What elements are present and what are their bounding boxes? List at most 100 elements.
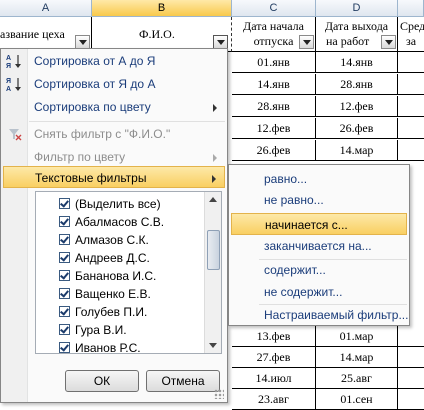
filter-dropdown-c[interactable] bbox=[299, 35, 314, 49]
sort-za-label: Сортировка от Я до А bbox=[34, 77, 156, 91]
menu-separator bbox=[29, 121, 225, 122]
ends-with-label: заканчивается на... bbox=[264, 239, 372, 253]
column-header-a[interactable]: A bbox=[0, 0, 92, 17]
sort-az-label: Сортировка от А до Я bbox=[34, 54, 156, 68]
header-fio-label: Ф.И.О. bbox=[139, 27, 175, 41]
menu-item-sort-az[interactable]: А Я Сортировка от А до Я bbox=[1, 50, 227, 72]
checklist-scrollbar[interactable] bbox=[204, 192, 221, 353]
sort-descending-icon: Я А bbox=[6, 78, 21, 92]
return-date-cell[interactable]: 14.мар bbox=[316, 140, 398, 161]
filter-dropdown-a[interactable] bbox=[75, 35, 90, 49]
filter-dropdown-b[interactable] bbox=[213, 35, 228, 49]
begins-with-label: начинается с... bbox=[265, 218, 348, 232]
column-header-e[interactable] bbox=[398, 0, 424, 17]
menu-item-text-filters[interactable]: Текстовые фильтры bbox=[3, 166, 225, 188]
header-start-label-1: Дата начала bbox=[243, 19, 304, 33]
return-date-cell[interactable]: 14.янв bbox=[316, 52, 398, 73]
submenu-arrow-icon bbox=[212, 175, 216, 183]
scroll-thumb[interactable] bbox=[207, 230, 220, 270]
header-cell-fio[interactable]: Ф.И.О. bbox=[92, 17, 232, 52]
start-date-cell[interactable]: 13.фев bbox=[232, 326, 316, 347]
checkbox-checked-icon[interactable] bbox=[59, 216, 70, 227]
scroll-down-icon[interactable] bbox=[209, 343, 217, 348]
start-date-cell[interactable]: 12.фев bbox=[232, 118, 316, 139]
submenu-item-contains[interactable]: содержит... bbox=[229, 259, 409, 281]
list-item-label: Ващенко Е.В. bbox=[75, 287, 151, 301]
cancel-button[interactable]: Отмена bbox=[146, 370, 220, 392]
menu-item-sort-by-color[interactable]: Сортировка по цвету bbox=[1, 96, 227, 118]
menu-item-sort-za[interactable]: Я А Сортировка от Я до А bbox=[1, 73, 227, 95]
text-filters-submenu: равно... не равно... начинается с... зак… bbox=[228, 164, 410, 326]
clear-filter-label: Снять фильтр с "Ф.И.О." bbox=[34, 127, 171, 141]
start-date-cell[interactable]: 28.янв bbox=[232, 96, 316, 117]
submenu-item-equals[interactable]: равно... bbox=[229, 168, 409, 190]
menu-item-filter-by-color: Фильтр по цвету bbox=[1, 146, 227, 168]
return-date-cell[interactable]: 14.мар bbox=[316, 347, 398, 368]
return-date-cell[interactable]: 01.сен bbox=[316, 389, 398, 410]
submenu-item-not-equals[interactable]: не равно... bbox=[229, 189, 409, 211]
submenu-item-not-contains[interactable]: не содержит... bbox=[229, 281, 409, 303]
header-return-label-1: Дата выхода bbox=[324, 19, 389, 33]
autofilter-menu: А Я Сортировка от А до Я Я А Сортировка … bbox=[0, 48, 228, 403]
list-item-label: Голубев П.И. bbox=[75, 305, 148, 319]
return-date-cell[interactable]: 28.янв bbox=[316, 74, 398, 95]
column-e-cell[interactable] bbox=[398, 347, 424, 368]
checkbox-checked-icon[interactable] bbox=[59, 234, 70, 245]
menu-item-clear-filter: Снять фильтр с "Ф.И.О." bbox=[1, 123, 227, 145]
not-contains-label: не содержит... bbox=[264, 285, 343, 299]
checkbox-checked-icon[interactable] bbox=[59, 288, 70, 299]
column-e-cell[interactable] bbox=[398, 389, 424, 410]
header-e-label-1: Сред bbox=[400, 19, 424, 33]
start-date-cell[interactable]: 14.янв bbox=[232, 74, 316, 95]
value-checklist[interactable]: (Выделить все) Абалмасов С.В. Алмазов С.К.… bbox=[35, 191, 222, 354]
list-item-label: Иванов Р.С. bbox=[75, 341, 141, 354]
checkbox-checked-icon[interactable] bbox=[59, 324, 70, 335]
start-date-cell[interactable]: 01.янв bbox=[232, 52, 316, 73]
filter-dropdown-d[interactable] bbox=[381, 35, 396, 49]
ok-button[interactable]: ОК bbox=[65, 370, 139, 392]
scroll-up-icon[interactable] bbox=[209, 197, 217, 202]
list-item-label: Андреев Д.С. bbox=[75, 251, 150, 265]
column-header-c[interactable]: C bbox=[232, 0, 316, 17]
list-item-label: Бананова И.С. bbox=[75, 269, 157, 283]
checkbox-checked-icon[interactable] bbox=[59, 198, 70, 209]
clear-filter-icon bbox=[9, 129, 22, 141]
not-equals-label: не равно... bbox=[264, 193, 324, 207]
submenu-arrow-icon bbox=[213, 104, 217, 112]
checkbox-checked-icon[interactable] bbox=[59, 342, 70, 353]
checkbox-checked-icon[interactable] bbox=[59, 270, 70, 281]
start-date-cell[interactable]: 14.июл bbox=[232, 368, 316, 389]
return-date-cell[interactable]: 12.фев bbox=[316, 96, 398, 117]
submenu-item-ends-with[interactable]: заканчивается на... bbox=[229, 235, 409, 257]
resize-grip-icon[interactable] bbox=[214, 389, 224, 399]
checkbox-checked-icon[interactable] bbox=[59, 306, 70, 317]
header-e-label-2: за bbox=[406, 34, 417, 48]
column-e-cell[interactable] bbox=[398, 140, 424, 161]
column-e-cell[interactable] bbox=[398, 118, 424, 139]
submenu-item-custom-filter[interactable]: Настраиваемый фильтр... bbox=[229, 304, 409, 326]
start-date-cell[interactable]: 27.фев bbox=[232, 347, 316, 368]
return-date-cell[interactable]: 01.мар bbox=[316, 326, 398, 347]
list-item-label: Абалмасов С.В. bbox=[75, 215, 165, 229]
submenu-item-begins-with[interactable]: начинается с... bbox=[231, 213, 407, 235]
filter-by-color-label: Фильтр по цвету bbox=[34, 150, 126, 164]
header-workshop-label: азвание цеха bbox=[0, 27, 65, 41]
custom-filter-label: Настраиваемый фильтр... bbox=[264, 308, 409, 322]
submenu-arrow-icon bbox=[213, 154, 217, 162]
start-date-cell[interactable]: 26.фев bbox=[232, 140, 316, 161]
start-date-cell[interactable]: 23.авг bbox=[232, 389, 316, 410]
header-cell-e[interactable]: Сред за bbox=[398, 17, 424, 52]
column-e-cell[interactable] bbox=[398, 96, 424, 117]
column-header-b[interactable]: B bbox=[92, 0, 232, 17]
column-e-cell[interactable] bbox=[398, 326, 424, 347]
equals-label: равно... bbox=[264, 172, 308, 186]
svg-text:Я: Я bbox=[6, 78, 11, 85]
column-e-cell[interactable] bbox=[398, 368, 424, 389]
svg-text:Я: Я bbox=[6, 63, 11, 69]
return-date-cell[interactable]: 26.фев bbox=[316, 118, 398, 139]
column-e-cell[interactable] bbox=[398, 74, 424, 95]
return-date-cell[interactable]: 25.авг bbox=[316, 368, 398, 389]
column-e-cell[interactable] bbox=[398, 52, 424, 73]
column-header-d[interactable]: D bbox=[316, 0, 398, 17]
checkbox-checked-icon[interactable] bbox=[59, 252, 70, 263]
